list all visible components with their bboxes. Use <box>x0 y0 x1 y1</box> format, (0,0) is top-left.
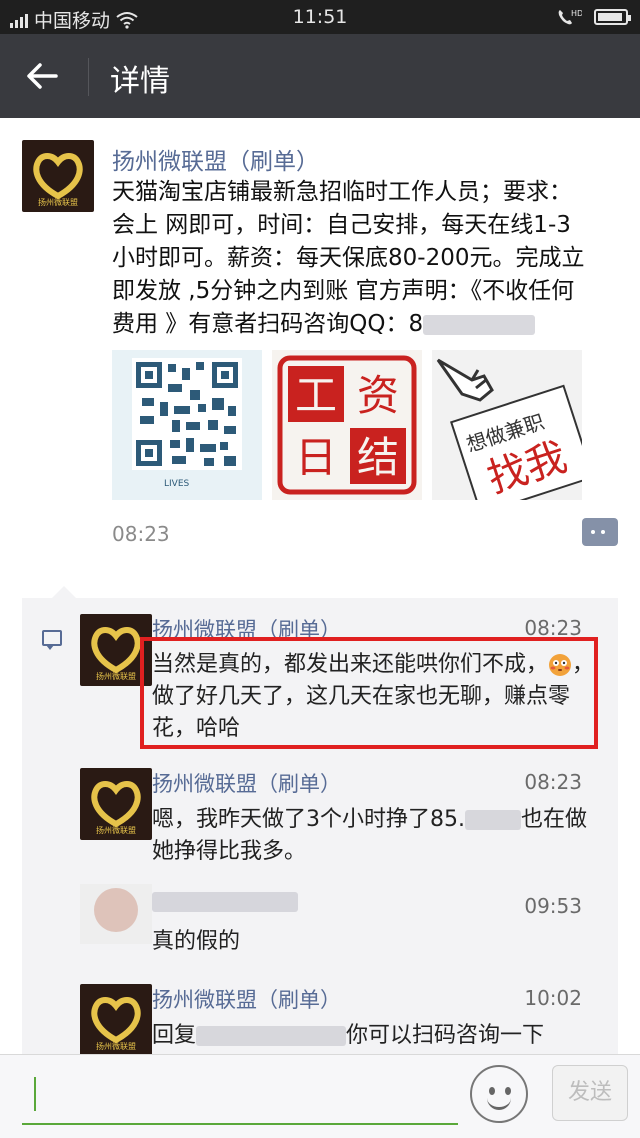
comment-menu-button[interactable] <box>582 518 618 546</box>
back-arrow-icon[interactable] <box>22 56 62 96</box>
post-time: 08:23 <box>112 522 170 546</box>
stamp-char-3: 日 <box>295 433 337 482</box>
avatar-caption: 扬州微联盟 <box>96 826 136 835</box>
comment-time: 10:02 <box>524 986 582 1010</box>
battery-icon <box>594 9 631 25</box>
input-underline <box>22 1123 458 1125</box>
emoji-face-icon[interactable] <box>470 1065 528 1123</box>
send-button[interactable]: 发送 <box>552 1065 628 1121</box>
input-bar: 发送 <box>0 1054 640 1138</box>
status-right: HD <box>556 7 631 27</box>
stamp-char-2: 资 <box>357 371 399 420</box>
flushed-emoji-icon <box>549 654 572 676</box>
status-time: 11:51 <box>292 6 348 28</box>
comment-text: 嗯，我昨天做了3个小时挣了85. 也在做她挣得比我多。 <box>152 804 602 868</box>
comment-text: 真的假的 <box>152 929 241 954</box>
comment-avatar-3[interactable] <box>80 884 152 944</box>
page-title: 详情 <box>110 64 170 99</box>
redacted-name <box>152 892 298 912</box>
comment-time: 08:23 <box>524 770 582 794</box>
post-image-qr[interactable]: LIVES <box>112 350 262 500</box>
text-input[interactable] <box>34 1077 36 1111</box>
redacted-text <box>196 1026 347 1046</box>
post-text: 天猫淘宝店铺最新急招临时工作人员；要求：会上 网即可，时间：自己安排，每天在线1… <box>112 176 592 341</box>
comment-text-part: 嗯，我昨天做了3个小时挣了85. <box>152 807 465 832</box>
comment-text-part: 当然是真的，都发出来还能哄你们不成， <box>152 652 549 677</box>
title-bar: 详情 <box>0 34 640 118</box>
avatar-caption: 扬州微联盟 <box>96 1042 136 1051</box>
post-avatar[interactable]: 扬州微联盟 <box>22 140 94 212</box>
title-separator <box>88 58 89 96</box>
post-text-main: 天猫淘宝店铺最新急招临时工作人员；要求：会上 网即可，时间：自己安排，每天在线1… <box>112 179 585 337</box>
comment-avatar-4[interactable]: 扬州微联盟 <box>80 984 152 1056</box>
redacted-qq <box>423 314 536 335</box>
avatar-caption: 扬州微联盟 <box>38 198 78 207</box>
post-image-stamp[interactable]: 工 资 日 结 <box>272 350 422 500</box>
comment-author[interactable]: 扬州微联盟（刷单） <box>152 768 341 798</box>
post-author[interactable]: 扬州微联盟（刷单） <box>112 142 319 176</box>
comment-avatar-2[interactable]: 扬州微联盟 <box>80 768 152 840</box>
comment-time: 09:53 <box>524 894 582 918</box>
post-image-poster[interactable]: 想做兼职 找我 <box>432 350 582 500</box>
comment-text: 回复 你可以扫码咨询一下 <box>152 1020 602 1052</box>
comment-icon <box>42 630 62 650</box>
hd-call-icon: HD <box>558 9 582 25</box>
stamp-char-1: 工 <box>295 371 337 420</box>
comment-text-part: 你可以扫码咨询一下 <box>346 1023 545 1048</box>
comment-author[interactable]: 扬州微联盟（刷单） <box>152 984 341 1014</box>
stamp-char-4: 结 <box>357 433 399 482</box>
stamp-icon: 工 资 日 结 <box>277 355 417 495</box>
redacted-text <box>465 810 521 830</box>
svg-text:HD: HD <box>571 9 582 18</box>
qr-code-icon: LIVES <box>132 358 242 489</box>
status-bar: 中国移动 11:51 HD <box>0 0 640 34</box>
pointing-hand-icon: 想做兼职 找我 <box>436 358 582 500</box>
qr-caption: LIVES <box>164 479 190 489</box>
comment-text-part: 回复 <box>152 1023 197 1048</box>
comment-text: 当然是真的，都发出来还能哄你们不成， ，做了好几天了，这几天在家也无聊，赚点零花，… <box>152 649 602 745</box>
